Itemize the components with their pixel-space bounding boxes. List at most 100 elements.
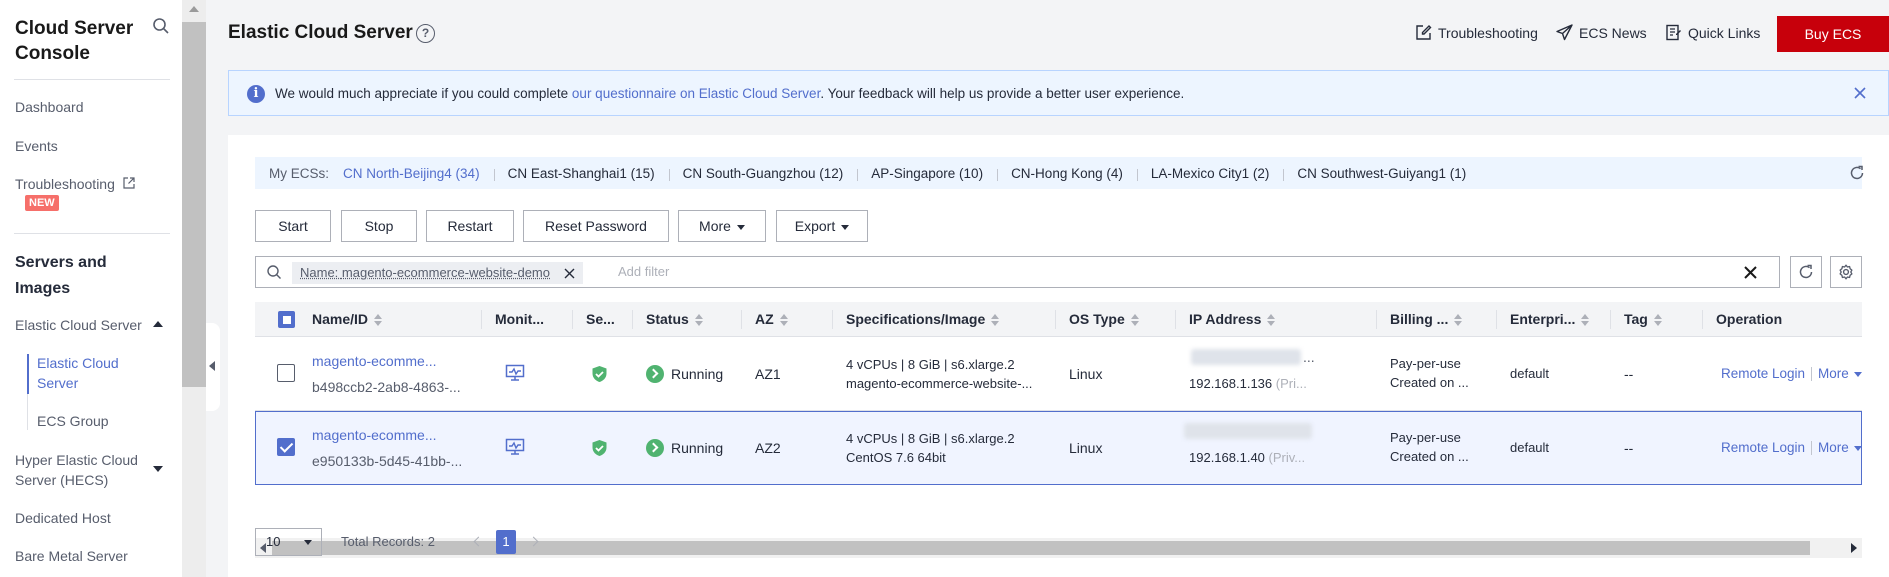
export-button[interactable]: Export <box>776 210 868 242</box>
sidebar-item-dedicated-host[interactable]: Dedicated Host <box>15 508 111 528</box>
sidebar-collapse-button[interactable] <box>206 323 220 411</box>
monitoring-icon[interactable] <box>505 438 525 456</box>
column-header-name[interactable]: Name/ID <box>312 302 383 337</box>
page-size-select[interactable]: 10 <box>255 528 322 556</box>
region-tab[interactable]: CN Southwest-Guiyang1 (1) <box>1283 166 1480 181</box>
os-type-value: Linux <box>1069 440 1103 456</box>
scroll-right-arrow-icon[interactable] <box>1851 543 1857 553</box>
region-tab[interactable]: LA-Mexico City1 (2) <box>1136 166 1284 181</box>
column-header-tag[interactable]: Tag <box>1624 302 1662 337</box>
region-tab[interactable]: CN South-Guangzhou (12) <box>668 166 858 181</box>
troubleshooting-link[interactable]: Troubleshooting <box>1415 24 1538 41</box>
notes-icon <box>1666 24 1681 41</box>
shield-icon[interactable] <box>591 365 608 383</box>
quick-links-link[interactable]: Quick Links <box>1665 24 1760 41</box>
column-divider <box>572 310 573 329</box>
filter-tag[interactable]: Name: magento-ecommerce-website-demo <box>292 262 583 284</box>
sidebar-item-troubleshooting[interactable]: Troubleshooting <box>15 174 136 194</box>
column-header-ip-address[interactable]: IP Address <box>1189 302 1276 337</box>
remote-login-link[interactable]: Remote Login <box>1721 364 1805 384</box>
more-actions-button[interactable]: More <box>678 210 766 242</box>
column-header-status[interactable]: Status <box>646 302 703 337</box>
sort-icon[interactable] <box>1454 314 1463 327</box>
server-id: b498ccb2-2ab8-4863-... <box>312 379 461 395</box>
sidebar-item-bare-metal-server[interactable]: Bare Metal Server <box>15 546 128 566</box>
current-page-button[interactable]: 1 <box>496 530 516 554</box>
notice-text-before: We would much appreciate if you could co… <box>275 86 572 101</box>
scrollbar-thumb[interactable] <box>182 22 206 387</box>
column-divider <box>1702 310 1703 329</box>
settings-button[interactable] <box>1830 256 1862 288</box>
row-more-button[interactable]: More <box>1818 438 1862 458</box>
search-icon[interactable] <box>152 17 170 35</box>
refresh-list-button[interactable] <box>1790 256 1822 288</box>
sort-icon[interactable] <box>991 314 1000 327</box>
sidebar-item-hecs[interactable]: Hyper Elastic Cloud Server (HECS) <box>15 450 138 490</box>
sort-icon[interactable] <box>694 314 703 327</box>
sidebar-item-ecs-group[interactable]: ECS Group <box>37 411 109 431</box>
close-icon[interactable] <box>1852 85 1868 101</box>
buy-ecs-button[interactable]: Buy ECS <box>1777 16 1889 52</box>
notice-text-after: . Your feedback will help us provide a b… <box>820 86 1185 101</box>
sort-icon[interactable] <box>1653 314 1662 327</box>
server-name-link[interactable]: magento-ecomme... <box>312 351 437 371</box>
table-header: Name/ID Monit... Se... Status AZ Specifi… <box>255 302 1862 337</box>
notice-text: We would much appreciate if you could co… <box>275 86 1184 101</box>
chevron-down-icon[interactable] <box>153 466 163 472</box>
ecs-news-link[interactable]: ECS News <box>1556 24 1647 41</box>
sidebar-scrollbar[interactable] <box>182 0 206 577</box>
sidebar-item-events[interactable]: Events <box>15 136 58 156</box>
sort-icon[interactable] <box>1267 314 1276 327</box>
restart-button[interactable]: Restart <box>426 210 514 242</box>
column-header-os-type[interactable]: OS Type <box>1069 302 1139 337</box>
shield-icon[interactable] <box>591 439 608 457</box>
enterprise-project: default <box>1510 366 1550 381</box>
sort-icon[interactable] <box>779 314 788 327</box>
spec-value: 4 vCPUs | 8 GiB | s6.xlarge.2 <box>846 431 1015 446</box>
edit-icon <box>1416 25 1432 40</box>
row-checkbox[interactable] <box>277 438 295 456</box>
search-filter-input[interactable]: Name: magento-ecommerce-website-demo Add… <box>255 256 1780 288</box>
console-title-line1: Cloud Server <box>15 18 134 39</box>
stop-button[interactable]: Stop <box>341 210 417 242</box>
questionnaire-link[interactable]: our questionnaire on Elastic Cloud Serve… <box>572 86 820 101</box>
refresh-icon[interactable] <box>1849 165 1865 181</box>
sidebar-item-dashboard[interactable]: Dashboard <box>15 97 84 117</box>
select-all-checkbox[interactable] <box>278 311 295 328</box>
region-tab[interactable]: CN East-Shanghai1 (15) <box>493 166 669 181</box>
table-row[interactable]: magento-ecomme... e950133b-5d45-41bb-...… <box>255 411 1862 485</box>
monitoring-icon[interactable] <box>505 364 525 382</box>
chevron-up-icon[interactable] <box>153 321 163 327</box>
sidebar-group-elastic-cloud-server[interactable]: Elastic Cloud Server <box>15 315 142 335</box>
column-divider <box>1055 310 1056 329</box>
server-name-link[interactable]: magento-ecomme... <box>312 425 437 445</box>
remote-login-link[interactable]: Remote Login <box>1721 438 1805 458</box>
region-tab[interactable]: CN North-Beijing4 (34) <box>343 166 494 181</box>
column-header-enterprise[interactable]: Enterpri... <box>1510 302 1590 337</box>
column-header-label: AZ <box>755 311 774 327</box>
sidebar-section-servers-images: Servers and Images <box>15 250 107 302</box>
sort-icon[interactable] <box>1130 314 1139 327</box>
row-checkbox[interactable] <box>277 364 295 382</box>
start-button[interactable]: Start <box>255 210 331 242</box>
row-more-button[interactable]: More <box>1818 364 1862 384</box>
reset-password-button[interactable]: Reset Password <box>523 210 669 242</box>
column-header-billing[interactable]: Billing ... <box>1390 302 1463 337</box>
region-tab[interactable]: CN-Hong Kong (4) <box>997 166 1137 181</box>
section-title-line2: Images <box>15 280 71 297</box>
sidebar-item-elastic-cloud-server[interactable]: Elastic Cloud Server <box>37 353 119 393</box>
help-icon[interactable]: ? <box>416 24 435 43</box>
table-row[interactable]: magento-ecomme... b498ccb2-2ab8-4863-...… <box>255 337 1862 411</box>
private-ip-label: (Priv... <box>1268 450 1306 465</box>
info-icon: i <box>247 85 265 103</box>
region-tab[interactable]: AP-Singapore (10) <box>857 166 997 181</box>
close-icon[interactable] <box>564 268 575 279</box>
sort-icon[interactable] <box>1581 314 1590 327</box>
sort-icon[interactable] <box>374 314 383 327</box>
column-header-az[interactable]: AZ <box>755 302 788 337</box>
redacted-public-ip <box>1184 423 1312 439</box>
column-header-specs[interactable]: Specifications/Image <box>846 302 1000 337</box>
clear-icon[interactable] <box>1744 266 1757 279</box>
billing-created: Created on ... <box>1390 375 1469 390</box>
scroll-up-arrow-icon[interactable] <box>189 6 199 12</box>
